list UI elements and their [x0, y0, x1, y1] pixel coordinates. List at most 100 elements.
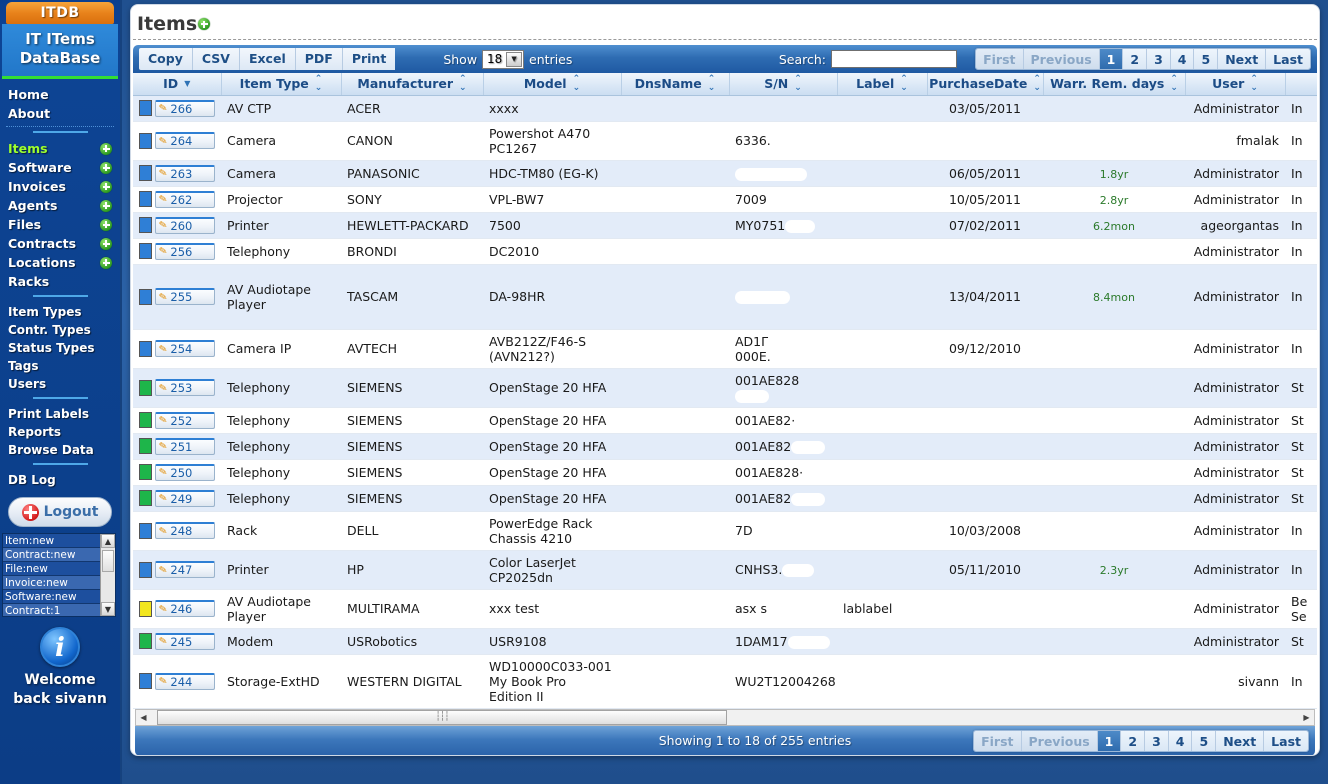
- sidebar-item-print-labels[interactable]: Print Labels: [0, 405, 120, 423]
- table-row[interactable]: ✎ 264 Camera CANON Powershot A470 PC1267 6336…: [133, 121, 1317, 161]
- sort-both-icon[interactable]: [1033, 75, 1041, 93]
- sidebar-item-about[interactable]: About: [0, 104, 120, 123]
- pagination-page-1-bottom[interactable]: 1: [1097, 730, 1122, 751]
- scroll-down-icon[interactable]: ▼: [101, 602, 115, 616]
- edit-item-button[interactable]: ✎ 245: [155, 632, 215, 650]
- scroll-right-icon[interactable]: ▶: [1299, 710, 1314, 725]
- table-row[interactable]: ✎ 244 Storage-ExtHD WESTERN DIGITAL WD10000C…: [133, 654, 1317, 709]
- scroll-left-icon[interactable]: ◀: [136, 710, 151, 725]
- pagination-previous-top[interactable]: Previous: [1023, 49, 1100, 69]
- edit-item-button[interactable]: ✎ 266: [155, 99, 215, 117]
- scrollbar-track[interactable]: ┆┆┆: [151, 709, 1299, 725]
- column-header-dnsname[interactable]: DnsName: [621, 73, 730, 96]
- db-log-entry[interactable]: Invoice:new: [3, 576, 100, 590]
- sidebar-item-items[interactable]: Items: [0, 139, 120, 158]
- plus-circle-icon[interactable]: [100, 199, 112, 212]
- edit-item-button[interactable]: ✎ 251: [155, 437, 215, 455]
- search-input[interactable]: [831, 50, 957, 68]
- pagination-last-top[interactable]: Last: [1266, 49, 1310, 69]
- db-log-panel[interactable]: Item:new Contract:new File:new Invoice:new S…: [2, 533, 116, 617]
- table-row[interactable]: ✎ 251 Telephony SIEMENS OpenStage 20 HFA 001A…: [133, 433, 1317, 460]
- db-log-entry[interactable]: Contract:new: [3, 548, 100, 562]
- pagination-page-3-top[interactable]: 3: [1147, 49, 1171, 69]
- plus-circle-icon[interactable]: [100, 256, 112, 269]
- edit-item-button[interactable]: ✎ 256: [155, 242, 215, 260]
- pagination-next-top[interactable]: Next: [1218, 49, 1267, 69]
- edit-item-button[interactable]: ✎ 264: [155, 132, 215, 149]
- edit-item-button[interactable]: ✎ 248: [155, 522, 215, 539]
- scroll-up-icon[interactable]: ▲: [101, 534, 115, 548]
- sidebar-item-software[interactable]: Software: [0, 158, 120, 177]
- sidebar-item-db-log[interactable]: DB Log: [0, 471, 120, 489]
- table-row[interactable]: ✎ 246 AV Audiotape Player MULTIRAMA xxx test…: [133, 589, 1317, 629]
- table-row[interactable]: ✎ 249 Telephony SIEMENS OpenStage 20 HFA 001A…: [133, 485, 1317, 512]
- edit-item-button[interactable]: ✎ 246: [155, 600, 215, 617]
- logout-button[interactable]: Logout: [8, 497, 112, 527]
- table-row[interactable]: ✎ 255 AV Audiotape Player TASCAM DA-98HR 13/0…: [133, 264, 1317, 330]
- plus-circle-icon[interactable]: [100, 142, 112, 155]
- column-header-item-type[interactable]: Item Type: [221, 73, 342, 96]
- sidebar-item-contr-types[interactable]: Contr. Types: [0, 321, 120, 339]
- export-copy-button[interactable]: Copy: [139, 48, 193, 70]
- table-row[interactable]: ✎ 247 Printer HP Color LaserJet CP2025dn CNHS…: [133, 550, 1317, 590]
- pagination-page-4-top[interactable]: 4: [1170, 49, 1195, 69]
- sort-both-icon[interactable]: [900, 75, 908, 93]
- sidebar-item-status-types[interactable]: Status Types: [0, 339, 120, 357]
- sidebar-item-home[interactable]: Home: [0, 85, 120, 104]
- page-length-select[interactable]: 18 ▼: [482, 49, 525, 69]
- sort-both-icon[interactable]: [794, 75, 802, 93]
- edit-item-button[interactable]: ✎ 253: [155, 379, 215, 396]
- db-log-entry[interactable]: File:new: [3, 562, 100, 576]
- plus-circle-icon[interactable]: [100, 161, 112, 174]
- chevron-down-icon[interactable]: ▼: [506, 51, 523, 67]
- pagination-next-bottom[interactable]: Next: [1216, 730, 1265, 751]
- pagination-page-1-top[interactable]: 1: [1099, 49, 1124, 69]
- table-row[interactable]: ✎ 245 Modem USRobotics USR9108 1DAM17 Administ…: [133, 628, 1317, 655]
- db-log-entry[interactable]: Item:new: [3, 534, 100, 548]
- sort-both-icon[interactable]: [1170, 75, 1178, 93]
- export-excel-button[interactable]: Excel: [239, 48, 296, 70]
- column-header-id[interactable]: ID: [133, 73, 222, 96]
- sidebar-item-browse-data[interactable]: Browse Data: [0, 441, 120, 459]
- edit-item-button[interactable]: ✎ 249: [155, 489, 215, 507]
- plus-circle-icon[interactable]: [100, 237, 112, 250]
- sidebar-item-item-types[interactable]: Item Types: [0, 303, 120, 321]
- sort-desc-icon[interactable]: [184, 79, 190, 89]
- column-header-blank[interactable]: [1285, 73, 1317, 96]
- column-header-user[interactable]: User: [1185, 73, 1286, 96]
- edit-item-button[interactable]: ✎ 254: [155, 340, 215, 357]
- column-header-purchasedate[interactable]: PurchaseDate: [927, 73, 1044, 96]
- sidebar-item-locations[interactable]: Locations: [0, 253, 120, 272]
- column-header-model[interactable]: Model: [483, 73, 622, 96]
- sort-both-icon[interactable]: [315, 75, 323, 93]
- column-header-warr-rem-days[interactable]: Warr. Rem. days: [1043, 73, 1186, 96]
- db-log-entry[interactable]: Software:new: [3, 590, 100, 604]
- table-row[interactable]: ✎ 248 Rack DELL PowerEdge Rack Chassis 4210 7…: [133, 511, 1317, 551]
- table-row[interactable]: ✎ 250 Telephony SIEMENS OpenStage 20 HFA 001A…: [133, 459, 1317, 486]
- sort-both-icon[interactable]: [459, 75, 467, 93]
- plus-circle-icon[interactable]: [100, 218, 112, 231]
- edit-item-button[interactable]: ✎ 263: [155, 164, 215, 182]
- export-print-button[interactable]: Print: [342, 48, 396, 70]
- sidebar-item-users[interactable]: Users: [0, 375, 120, 393]
- pagination-previous-bottom[interactable]: Previous: [1021, 730, 1098, 751]
- export-csv-button[interactable]: CSV: [192, 48, 240, 70]
- sort-both-icon[interactable]: [708, 75, 716, 93]
- column-header-label[interactable]: Label: [837, 73, 928, 96]
- pagination-page-2-bottom[interactable]: 2: [1121, 730, 1146, 751]
- edit-item-button[interactable]: ✎ 255: [155, 288, 215, 305]
- db-log-entry[interactable]: Contract:1: [3, 604, 100, 616]
- db-log-scrollbar[interactable]: ▲ ▼: [100, 534, 115, 616]
- plus-circle-icon[interactable]: [198, 18, 211, 30]
- edit-item-button[interactable]: ✎ 260: [155, 216, 215, 234]
- sidebar-item-agents[interactable]: Agents: [0, 196, 120, 215]
- horizontal-scrollbar-thumb[interactable]: ┆┆┆: [157, 709, 727, 725]
- plus-circle-icon[interactable]: [100, 180, 112, 193]
- sidebar-item-tags[interactable]: Tags: [0, 357, 120, 375]
- edit-item-button[interactable]: ✎ 252: [155, 411, 215, 429]
- edit-item-button[interactable]: ✎ 244: [155, 672, 215, 690]
- pagination-last-bottom[interactable]: Last: [1264, 730, 1308, 751]
- edit-item-button[interactable]: ✎ 247: [155, 561, 215, 578]
- pagination-first-top[interactable]: First: [976, 49, 1024, 69]
- export-pdf-button[interactable]: PDF: [295, 48, 343, 70]
